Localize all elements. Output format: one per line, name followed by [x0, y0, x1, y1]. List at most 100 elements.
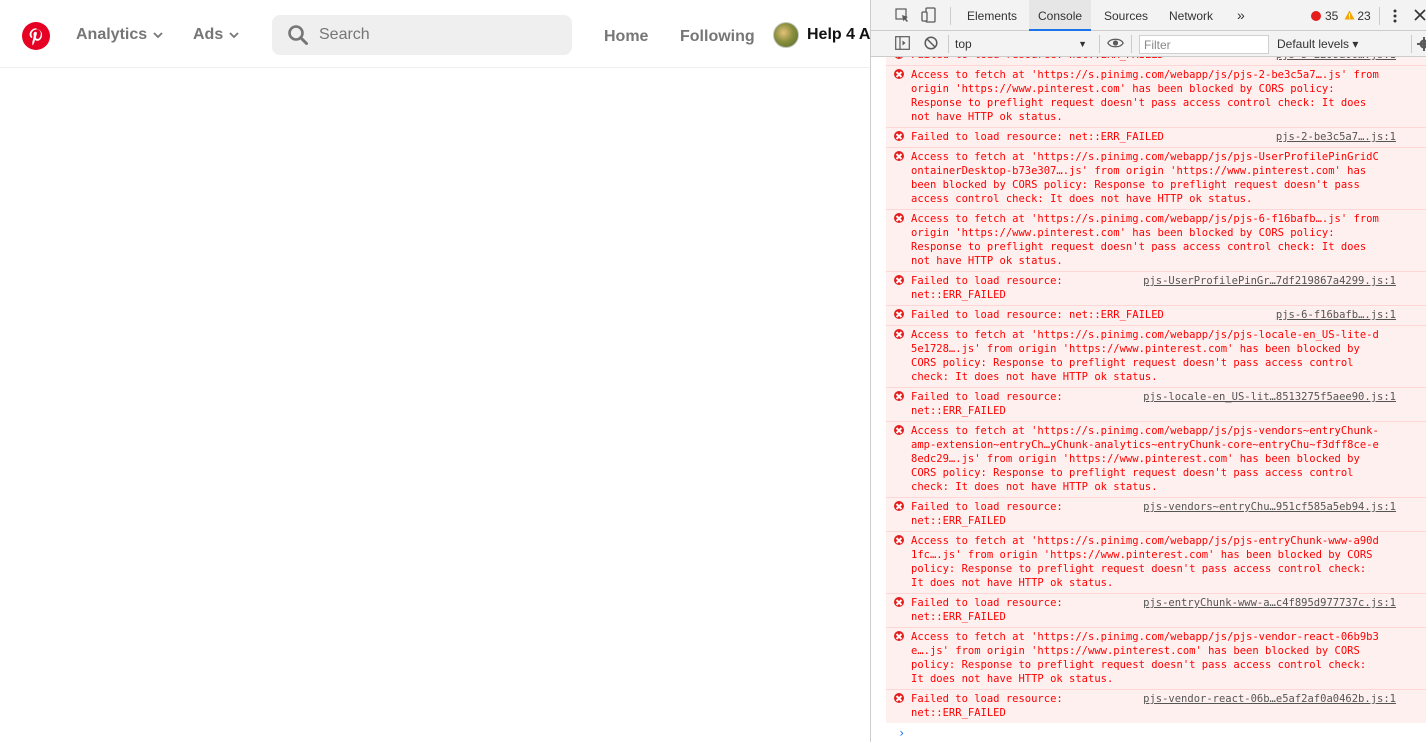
toolbar-divider — [948, 35, 949, 53]
error-text-line: Access to fetch at 'https://s.pinimg.com… — [911, 425, 1379, 437]
console-error-message: Failed to load resource:net::ERR_FAILED p… — [886, 497, 1426, 531]
device-toolbar-icon[interactable] — [921, 7, 937, 23]
devtools-panel: Elements Console Sources Network » 35 23 — [870, 0, 1426, 742]
error-text-line: origin 'https://www.pinterest.com' has b… — [911, 227, 1335, 239]
dropdown-arrow-icon: ▼ — [1078, 39, 1087, 49]
error-icon — [894, 631, 904, 641]
pinterest-logo-icon[interactable] — [22, 22, 50, 50]
tab-elements[interactable]: Elements — [959, 0, 1025, 31]
source-link[interactable]: pjs-vendors~entryChu…951cf585a5eb94.js:1 — [1143, 500, 1396, 514]
error-text-line: Failed to load resource: — [911, 597, 1063, 609]
source-link[interactable]: pjs-5-2299a00….js:1 — [1276, 57, 1396, 62]
error-text-line: Failed to load resource: — [911, 693, 1063, 705]
error-text-line: Access to fetch at 'https://s.pinimg.com… — [911, 631, 1379, 643]
error-text-line: Access to fetch at 'https://s.pinimg.com… — [911, 535, 1379, 547]
error-text-line: Access to fetch at 'https://s.pinimg.com… — [911, 213, 1379, 225]
error-text-line: net::ERR_FAILED — [911, 515, 1006, 527]
error-text-line: 8edc29….js' from origin 'https://www.pin… — [911, 453, 1360, 465]
error-text-line: net::ERR_FAILED — [911, 405, 1006, 417]
show-sidebar-icon[interactable] — [895, 36, 910, 50]
error-icon — [894, 213, 904, 223]
error-text-line: ontainerDesktop-b73e307….js' from origin… — [911, 165, 1367, 177]
toolbar-divider — [1099, 35, 1100, 53]
error-text-line: not have HTTP ok status. — [911, 255, 1063, 267]
error-text-line: Response to preflight request doesn't pa… — [911, 241, 1367, 253]
error-icon — [894, 309, 904, 319]
analytics-label: Analytics — [76, 26, 148, 43]
error-text-line: not have HTTP ok status. — [911, 111, 1063, 123]
error-text-line: Failed to load resource: — [911, 275, 1063, 287]
tab-sources[interactable]: Sources — [1096, 0, 1156, 31]
warning-icon — [1344, 9, 1355, 23]
error-text-line: CORS policy: Response to preflight reque… — [911, 467, 1354, 479]
error-icon — [894, 425, 904, 435]
toolbar-divider — [950, 7, 951, 25]
settings-gear-icon[interactable] — [1417, 37, 1426, 51]
error-text-line: net::ERR_FAILED — [911, 707, 1006, 719]
console-error-message: Failed to load resource:net::ERR_FAILED p… — [886, 271, 1426, 305]
context-label: top — [955, 37, 972, 51]
error-text-line: Failed to load resource: — [911, 501, 1063, 513]
user-name: Help 4 A — [807, 26, 870, 43]
error-text-line: Response to preflight request doesn't pa… — [911, 97, 1367, 109]
error-text-line: Access to fetch at 'https://s.pinimg.com… — [911, 151, 1379, 163]
error-text-line: Failed to load resource: net::ERR_FAILED — [911, 309, 1164, 321]
log-levels-dropdown[interactable]: Default levels ▾ — [1277, 37, 1358, 51]
live-expression-eye-icon[interactable] — [1107, 37, 1124, 49]
console-toolbar: top ▼ Default levels ▾ — [871, 31, 1426, 57]
error-icon — [894, 151, 904, 161]
error-text-line: Failed to load resource: net::ERR_FAILED — [911, 57, 1164, 62]
error-text-line: been blocked by CORS policy: Response to… — [911, 179, 1360, 191]
tab-network[interactable]: Network — [1161, 0, 1221, 31]
toolbar-divider — [1411, 35, 1412, 53]
console-error-message: Access to fetch at 'https://s.pinimg.com… — [886, 65, 1426, 127]
console-prompt[interactable]: › — [898, 726, 905, 740]
source-link[interactable]: pjs-locale-en_US-lit…8513275f5aee90.js:1 — [1143, 390, 1396, 404]
search-box[interactable] — [272, 15, 572, 55]
issue-counts[interactable]: 35 23 — [1311, 9, 1371, 23]
error-text-line: 1fc….js' from origin 'https://www.pinter… — [911, 549, 1373, 561]
ads-menu[interactable]: Ads — [193, 26, 239, 44]
error-text-line: policy: Response to preflight request do… — [911, 563, 1367, 575]
close-icon[interactable] — [1414, 9, 1426, 21]
more-tabs-button[interactable]: » — [1233, 0, 1249, 31]
devtools-toolbar: Elements Console Sources Network » 35 23 — [871, 0, 1426, 31]
user-profile-link[interactable]: Help 4 A — [773, 22, 870, 48]
tab-console[interactable]: Console — [1029, 0, 1092, 31]
error-icon — [894, 329, 904, 339]
source-link[interactable]: pjs-vendor-react-06b…e5af2af0a0462b.js:1 — [1143, 692, 1396, 706]
clear-console-icon[interactable] — [924, 36, 938, 50]
search-input[interactable] — [319, 26, 549, 44]
source-link[interactable]: pjs-2-be3c5a7….js:1 — [1276, 130, 1396, 144]
error-icon — [894, 391, 904, 401]
ads-label: Ads — [193, 26, 224, 43]
error-text-line: Access to fetch at 'https://s.pinimg.com… — [911, 329, 1379, 341]
filter-input[interactable] — [1139, 35, 1269, 54]
console-error-message: Failed to load resource: net::ERR_FAILED p… — [886, 593, 1426, 627]
console-error-message: Access to fetch at 'https://s.pinimg.com… — [886, 209, 1426, 271]
error-icon — [894, 57, 904, 59]
source-link[interactable]: pjs-entryChunk-www-a…c4f895d977737c.js:1 — [1143, 596, 1396, 610]
avatar — [773, 22, 799, 48]
error-icon — [894, 535, 904, 545]
source-link[interactable]: pjs-6-f16bafb….js:1 — [1276, 308, 1396, 322]
analytics-menu[interactable]: Analytics — [76, 26, 163, 44]
error-icon — [894, 501, 904, 511]
console-error-message: Failed to load resource: net::ERR_FAILED… — [886, 57, 1426, 65]
source-link[interactable]: pjs-UserProfilePinGr…7df219867a4299.js:1 — [1143, 274, 1396, 288]
chevron-down-icon — [153, 32, 163, 39]
following-link[interactable]: Following — [680, 28, 755, 46]
inspect-element-icon[interactable] — [895, 8, 910, 23]
kebab-menu-icon[interactable] — [1393, 9, 1397, 23]
error-text-line: check: It does not have HTTP ok status. — [911, 481, 1158, 493]
error-text-line: Failed to load resource: net::ERR_FAILED — [911, 131, 1164, 143]
home-link[interactable]: Home — [604, 28, 648, 46]
context-selector[interactable]: top ▼ — [955, 34, 1093, 54]
console-error-message: Access to fetch at 'https://s.pinimg.com… — [886, 421, 1426, 497]
search-icon — [288, 25, 308, 45]
pinterest-header: Analytics Ads Home Following Help 4 A — [0, 0, 870, 68]
error-text-line: amp-extension~entryCh…yChunk-analytics~e… — [911, 439, 1379, 451]
console-error-message: Access to fetch at 'https://s.pinimg.com… — [886, 627, 1426, 689]
chevron-down-icon — [229, 32, 239, 39]
error-text-line: net::ERR_FAILED — [911, 289, 1006, 301]
